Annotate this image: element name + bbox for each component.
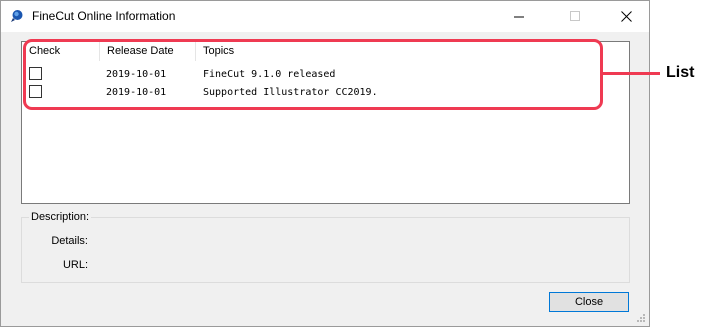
close-button[interactable]: Close — [549, 292, 629, 312]
title-bar[interactable]: FineCut Online Information — [1, 1, 649, 32]
list-item[interactable]: 2019-10-01 FineCut 9.1.0 released — [22, 66, 629, 83]
column-header-release-date[interactable]: Release Date — [100, 42, 196, 61]
row-checkbox[interactable] — [29, 85, 42, 98]
resize-grip-icon[interactable] — [636, 313, 646, 323]
release-date: 2019-10-01 — [106, 69, 167, 80]
details-label: Details: — [51, 235, 88, 247]
release-date: 2019-10-01 — [106, 87, 167, 98]
minimize-button[interactable] — [498, 1, 542, 32]
topics-list[interactable]: Check Release Date Topics 2019-10-01 Fin… — [21, 41, 630, 204]
url-label: URL: — [62, 259, 88, 271]
callout-line — [602, 72, 660, 75]
minimize-icon — [514, 16, 524, 18]
topic-text: FineCut 9.1.0 released — [203, 69, 336, 80]
topic-text: Supported Illustrator CC2019. — [203, 87, 378, 98]
close-window-button[interactable] — [605, 1, 649, 32]
description-title: Description: — [29, 210, 92, 224]
list-header: Check Release Date Topics — [22, 42, 629, 61]
column-header-topics[interactable]: Topics — [196, 42, 629, 61]
maximize-icon — [570, 11, 580, 21]
finecut-info-window: FineCut Online Information Check Release… — [0, 0, 650, 327]
column-header-check[interactable]: Check — [22, 42, 100, 61]
row-checkbox[interactable] — [29, 67, 42, 80]
window-title: FineCut Online Information — [32, 9, 176, 23]
finecut-icon — [11, 10, 23, 22]
callout-label: List — [666, 64, 695, 81]
close-icon — [621, 11, 632, 22]
maximize-button[interactable] — [554, 1, 598, 32]
list-item[interactable]: 2019-10-01 Supported Illustrator CC2019. — [22, 84, 629, 101]
description-group: Description: Details: URL: — [21, 210, 630, 283]
